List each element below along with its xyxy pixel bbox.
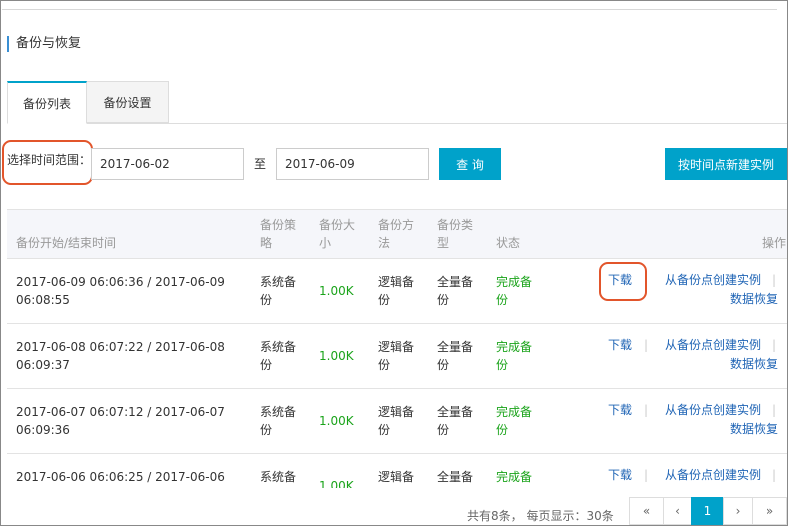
row-policy-line1: 系统备 xyxy=(260,275,297,289)
table-row: 2017-06-08 06:07:22 / 2017-06-08 06:09:3… xyxy=(7,324,787,389)
row-type-line1: 全量备 xyxy=(437,340,474,354)
create-instance-from-backup-link[interactable]: 从备份点创建实例 xyxy=(665,271,761,289)
row-time-line1: 2017-06-09 06:06:36 / 2017-06-09 xyxy=(16,275,225,289)
row-status-line2: 份 xyxy=(496,423,509,437)
row-size: 1.00K xyxy=(319,284,354,298)
header-status: 状态 xyxy=(496,236,521,250)
row-method-line2: 份 xyxy=(378,423,391,437)
last-page-button[interactable]: » xyxy=(752,497,787,525)
action-separator: | xyxy=(644,338,649,352)
highlight-annotation xyxy=(599,262,647,301)
page-title: 备份与恢复 xyxy=(7,36,81,52)
row-method-line1: 逻辑备 xyxy=(378,405,415,419)
row-method-line1: 逻辑备 xyxy=(378,340,415,354)
row-type-line2: 份 xyxy=(437,423,450,437)
row-time-line2: 06:08:55 xyxy=(16,293,70,307)
action-separator: | xyxy=(772,468,777,482)
row-method-line2: 份 xyxy=(378,293,391,307)
query-button[interactable]: 查 询 xyxy=(439,148,501,180)
header-type-line1: 备份类 xyxy=(437,218,474,232)
action-separator: | xyxy=(644,468,649,482)
end-date-input[interactable] xyxy=(276,148,429,180)
download-link[interactable]: 下载 xyxy=(608,336,632,354)
row-size: 1.00K xyxy=(319,414,354,428)
header-policy-line2: 略 xyxy=(260,236,273,250)
row-method-line1: 逻辑备 xyxy=(378,275,415,289)
start-date-input[interactable] xyxy=(91,148,244,180)
highlight-annotation xyxy=(2,140,93,185)
row-status-line1: 完成备 xyxy=(496,340,533,354)
header-method-line1: 备份方 xyxy=(378,218,415,232)
row-status-line1: 完成备 xyxy=(496,275,533,289)
table-header: 备份开始/结束时间 备份策 略 备份大 小 备份方 法 备份类 型 状态 操作 xyxy=(7,210,787,259)
row-status-line1: 完成备 xyxy=(496,405,533,419)
next-page-button[interactable]: › xyxy=(723,497,753,525)
row-policy-line2: 份 xyxy=(260,293,273,307)
action-separator: | xyxy=(772,273,777,287)
row-policy-line1: 系统备 xyxy=(260,470,297,484)
row-status-line2: 份 xyxy=(496,293,509,307)
row-time-line2: 06:09:36 xyxy=(16,423,70,437)
table-row: 2017-06-07 06:07:12 / 2017-06-07 06:09:3… xyxy=(7,389,787,454)
download-link[interactable]: 下载 xyxy=(608,466,632,484)
data-restore-link[interactable]: 数据恢复 xyxy=(730,290,778,308)
prev-page-button[interactable]: ‹ xyxy=(663,497,692,525)
header-policy-line1: 备份策 xyxy=(260,218,297,232)
row-type-line1: 全量备 xyxy=(437,275,474,289)
download-link[interactable]: 下载 xyxy=(608,401,632,419)
action-separator: | xyxy=(772,403,777,417)
action-separator: | xyxy=(772,338,777,352)
pagination-summary: 共有8条， 每页显示：30条 xyxy=(467,509,614,523)
row-type-line2: 份 xyxy=(437,358,450,372)
row-time-line1: 2017-06-06 06:06:25 / 2017-06-06 xyxy=(16,470,225,484)
create-instance-from-backup-link[interactable]: 从备份点创建实例 xyxy=(665,336,761,354)
tab-bar: 备份列表 备份设置 xyxy=(7,81,787,124)
to-label: 至 xyxy=(254,157,267,171)
header-type-line2: 型 xyxy=(437,236,450,250)
header-actions: 操作 xyxy=(762,236,787,250)
header-time: 备份开始/结束时间 xyxy=(16,236,117,250)
row-policy-line2: 份 xyxy=(260,423,273,437)
table-row: 2017-06-09 06:06:36 / 2017-06-09 06:08:5… xyxy=(7,259,787,324)
header-size-line1: 备份大 xyxy=(319,218,356,232)
top-divider xyxy=(2,9,777,10)
row-size: 1.00K xyxy=(319,479,354,488)
row-time-line1: 2017-06-07 06:07:12 / 2017-06-07 xyxy=(16,405,225,419)
row-type-line1: 全量备 xyxy=(437,405,474,419)
row-time-line1: 2017-06-08 06:07:22 / 2017-06-08 xyxy=(16,340,225,354)
header-method-line2: 法 xyxy=(378,236,391,250)
backup-table: 备份开始/结束时间 备份策 略 备份大 小 备份方 法 备份类 型 状态 操作 … xyxy=(7,209,787,488)
row-type-line2: 份 xyxy=(437,293,450,307)
row-policy-line1: 系统备 xyxy=(260,405,297,419)
row-status-line1: 完成备 xyxy=(496,470,533,484)
row-status-line2: 份 xyxy=(496,358,509,372)
table-row: 2017-06-06 06:06:25 / 2017-06-06 系统备 1.0… xyxy=(7,454,787,488)
row-time-line2: 06:09:37 xyxy=(16,358,70,372)
app-frame: 备份与恢复 备份列表 备份设置 选择时间范围： 至 查 询 按时间点新建实例 备… xyxy=(0,0,788,526)
header-size-line2: 小 xyxy=(319,236,332,250)
create-instance-from-backup-link[interactable]: 从备份点创建实例 xyxy=(665,401,761,419)
action-separator: | xyxy=(644,403,649,417)
create-instance-from-backup-link[interactable]: 从备份点创建实例 xyxy=(665,466,761,484)
data-restore-link[interactable]: 数据恢复 xyxy=(730,420,778,438)
row-policy-line2: 份 xyxy=(260,358,273,372)
tab-backup-list[interactable]: 备份列表 xyxy=(7,81,87,124)
row-method-line2: 份 xyxy=(378,358,391,372)
create-instance-by-time-button[interactable]: 按时间点新建实例 xyxy=(665,148,787,180)
page-1-button[interactable]: 1 xyxy=(691,497,724,525)
row-policy-line1: 系统备 xyxy=(260,340,297,354)
tab-backup-settings[interactable]: 备份设置 xyxy=(87,81,169,123)
row-type-line1: 全量备 xyxy=(437,470,474,484)
row-size: 1.00K xyxy=(319,349,354,363)
row-method-line1: 逻辑备 xyxy=(378,470,415,484)
data-restore-link[interactable]: 数据恢复 xyxy=(730,355,778,373)
first-page-button[interactable]: « xyxy=(629,497,664,525)
